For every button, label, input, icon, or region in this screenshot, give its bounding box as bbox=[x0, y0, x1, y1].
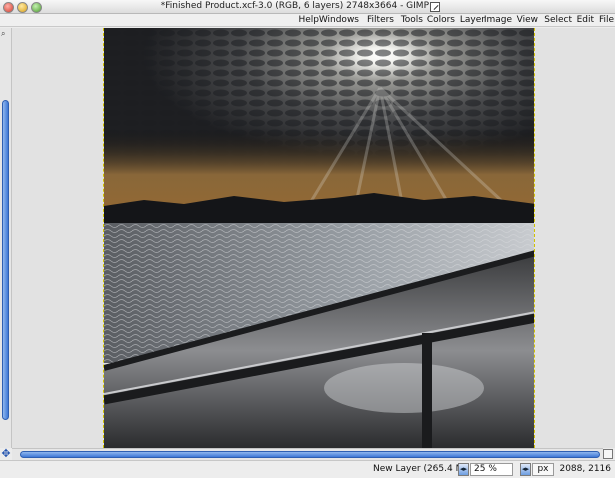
vertical-scroll-thumb[interactable] bbox=[2, 100, 9, 420]
unit-spin-button[interactable]: ◂▸ bbox=[520, 463, 531, 476]
image-canvas[interactable] bbox=[103, 28, 535, 448]
vertical-scrollbar[interactable]: ⌕ bbox=[0, 28, 12, 448]
zoom-field[interactable]: 25 % bbox=[470, 463, 513, 476]
menu-filters[interactable]: Filters bbox=[367, 15, 394, 25]
menu-colors[interactable]: Colors bbox=[427, 15, 455, 25]
horizontal-scroll-thumb[interactable] bbox=[20, 451, 600, 458]
menubar: File Edit Select View Image Layer Colors… bbox=[0, 14, 615, 27]
maximize-window-button[interactable] bbox=[31, 2, 42, 13]
menu-file[interactable]: File bbox=[599, 15, 614, 25]
menu-help[interactable]: Help bbox=[298, 15, 319, 25]
canvas-area[interactable] bbox=[12, 28, 615, 448]
zoom-spin-button[interactable]: ◂▸ bbox=[458, 463, 469, 476]
status-bar: New Layer (265.4 MB) ◂▸ 25 % ◂▸ px 2088,… bbox=[0, 460, 615, 478]
pointer-coordinates: 2088, 2116 bbox=[559, 464, 611, 474]
menu-image[interactable]: Image bbox=[484, 15, 512, 25]
search-icon[interactable]: ⌕ bbox=[1, 29, 5, 39]
minimize-window-button[interactable] bbox=[17, 2, 28, 13]
menu-layer[interactable]: Layer bbox=[460, 15, 485, 25]
title-bar: *Finished Product.xcf-3.0 (RGB, 6 layers… bbox=[0, 0, 615, 14]
menu-tools[interactable]: Tools bbox=[401, 15, 423, 25]
zoom-fit-icon[interactable] bbox=[603, 449, 613, 459]
close-window-button[interactable] bbox=[3, 2, 14, 13]
navigate-icon[interactable]: ✥ bbox=[0, 448, 12, 460]
photo-sunset-waterfront bbox=[104, 28, 534, 448]
horizontal-scrollbar[interactable] bbox=[12, 448, 603, 460]
menu-select[interactable]: Select bbox=[544, 15, 572, 25]
gimp-document-icon bbox=[430, 2, 440, 12]
unit-select[interactable]: px bbox=[532, 463, 554, 476]
menu-edit[interactable]: Edit bbox=[577, 15, 594, 25]
menu-windows[interactable]: Windows bbox=[319, 15, 359, 25]
window-title: *Finished Product.xcf-3.0 (RGB, 6 layers… bbox=[160, 1, 429, 11]
menu-view[interactable]: View bbox=[517, 15, 538, 25]
